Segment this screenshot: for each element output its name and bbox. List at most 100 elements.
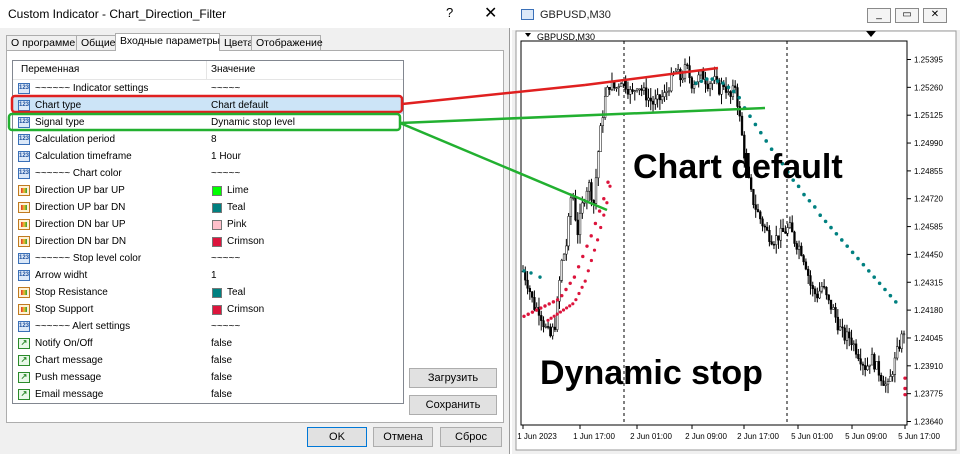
stop-resistance-dot xyxy=(813,205,817,209)
stop-support-dot xyxy=(574,298,578,302)
candle-body xyxy=(804,261,808,270)
candle-body xyxy=(793,231,796,244)
candle-body xyxy=(608,86,611,90)
candle-body xyxy=(713,76,716,81)
candle-body xyxy=(553,326,557,330)
stop-support-dot xyxy=(589,234,593,238)
candle-body xyxy=(902,333,906,336)
stop-resistance-dot xyxy=(856,256,860,261)
stop-resistance-dot xyxy=(888,293,893,298)
candle-body xyxy=(816,293,819,299)
time-label: 1 Jun 2023 xyxy=(517,432,557,441)
stop-resistance-dot xyxy=(715,79,720,83)
stop-resistance-dot xyxy=(699,79,704,83)
candle-body xyxy=(542,320,545,327)
candle-body xyxy=(832,307,835,310)
candle-body xyxy=(651,100,655,105)
candle-body xyxy=(581,202,584,214)
candle-body xyxy=(656,94,659,100)
candle-body xyxy=(631,89,634,92)
stop-support-dot xyxy=(581,254,585,259)
candle-body xyxy=(629,89,632,95)
price-label: 1.24720 xyxy=(914,195,943,204)
candle-body xyxy=(665,91,668,93)
stop-resistance-dot xyxy=(840,238,844,242)
candle-body xyxy=(759,211,762,220)
stop-support-dot xyxy=(555,312,559,316)
candle-body xyxy=(727,91,730,93)
stop-support-dot xyxy=(580,285,584,289)
candle-body xyxy=(827,294,830,301)
candle-body xyxy=(777,235,780,241)
stop-resistance-dot xyxy=(877,281,882,286)
candle-body xyxy=(676,69,680,72)
candle-body xyxy=(617,86,620,88)
candle-body xyxy=(813,288,817,295)
candle-body xyxy=(624,80,627,90)
candle-body xyxy=(686,64,689,66)
candle-body xyxy=(784,231,787,234)
stop-resistance-dot xyxy=(732,89,736,94)
stop-resistance-dot xyxy=(845,244,849,248)
stop-support-dot xyxy=(602,197,606,201)
candle-body xyxy=(880,375,883,382)
candle-body xyxy=(850,337,853,345)
candle-body xyxy=(562,253,566,261)
candle-body xyxy=(870,354,874,366)
stop-support-dot xyxy=(546,318,550,322)
candle-body xyxy=(866,365,869,371)
candle-body xyxy=(649,97,652,102)
candle-body xyxy=(615,87,618,89)
highlight-signal-type xyxy=(7,112,402,132)
stop-resistance-dot xyxy=(807,198,812,203)
stop-support-dot xyxy=(526,312,530,316)
candle-body xyxy=(590,182,593,201)
candle-body xyxy=(770,241,773,245)
stop-support-dot xyxy=(572,275,577,279)
candle-body xyxy=(594,177,598,204)
stop-support-dot xyxy=(549,316,553,320)
candle-body xyxy=(681,77,684,81)
stop-support-dot xyxy=(586,269,590,273)
stop-resistance-dot xyxy=(705,77,709,81)
stop-resistance-dot xyxy=(861,262,866,267)
stop-support-dot xyxy=(596,238,600,242)
candle-body xyxy=(791,222,794,233)
candle-body xyxy=(763,225,766,228)
time-label: 2 Jun 09:00 xyxy=(685,432,727,441)
candle-body xyxy=(852,343,855,346)
stop-support-dot xyxy=(585,244,589,248)
price-label: 1.24180 xyxy=(914,306,943,315)
candle-body xyxy=(857,354,860,359)
stop-support-dot xyxy=(552,314,556,318)
stop-resistance-dot xyxy=(764,139,768,143)
price-label: 1.24315 xyxy=(914,278,943,287)
tab-inputs[interactable]: Входные параметры xyxy=(115,33,220,51)
candle-body xyxy=(640,88,643,91)
candle-body xyxy=(811,285,814,290)
candle-body xyxy=(626,89,630,95)
time-label: 5 Jun 09:00 xyxy=(845,432,887,441)
price-label: 1.23910 xyxy=(914,362,943,371)
candle-body xyxy=(818,290,821,299)
candle-body xyxy=(599,125,602,152)
stop-resistance-dot xyxy=(529,271,533,275)
candle-body xyxy=(699,71,703,76)
candle-body xyxy=(809,275,812,286)
stop-resistance-dot xyxy=(872,275,876,279)
candle-body xyxy=(873,354,876,370)
stop-support-dot xyxy=(576,265,581,269)
stop-support-dot xyxy=(565,306,569,310)
price-label: 1.24855 xyxy=(914,167,943,176)
stop-resistance-dot xyxy=(726,85,731,90)
stop-support-dot xyxy=(547,302,551,306)
stop-support-dot xyxy=(539,306,543,310)
candle-body xyxy=(893,357,897,375)
candle-body xyxy=(597,151,600,179)
stop-resistance-dot xyxy=(748,114,752,119)
candle-body xyxy=(530,291,534,298)
candle-body xyxy=(638,88,641,91)
candle-body xyxy=(800,245,803,256)
candle-body xyxy=(574,197,577,221)
candle-body xyxy=(702,71,705,80)
